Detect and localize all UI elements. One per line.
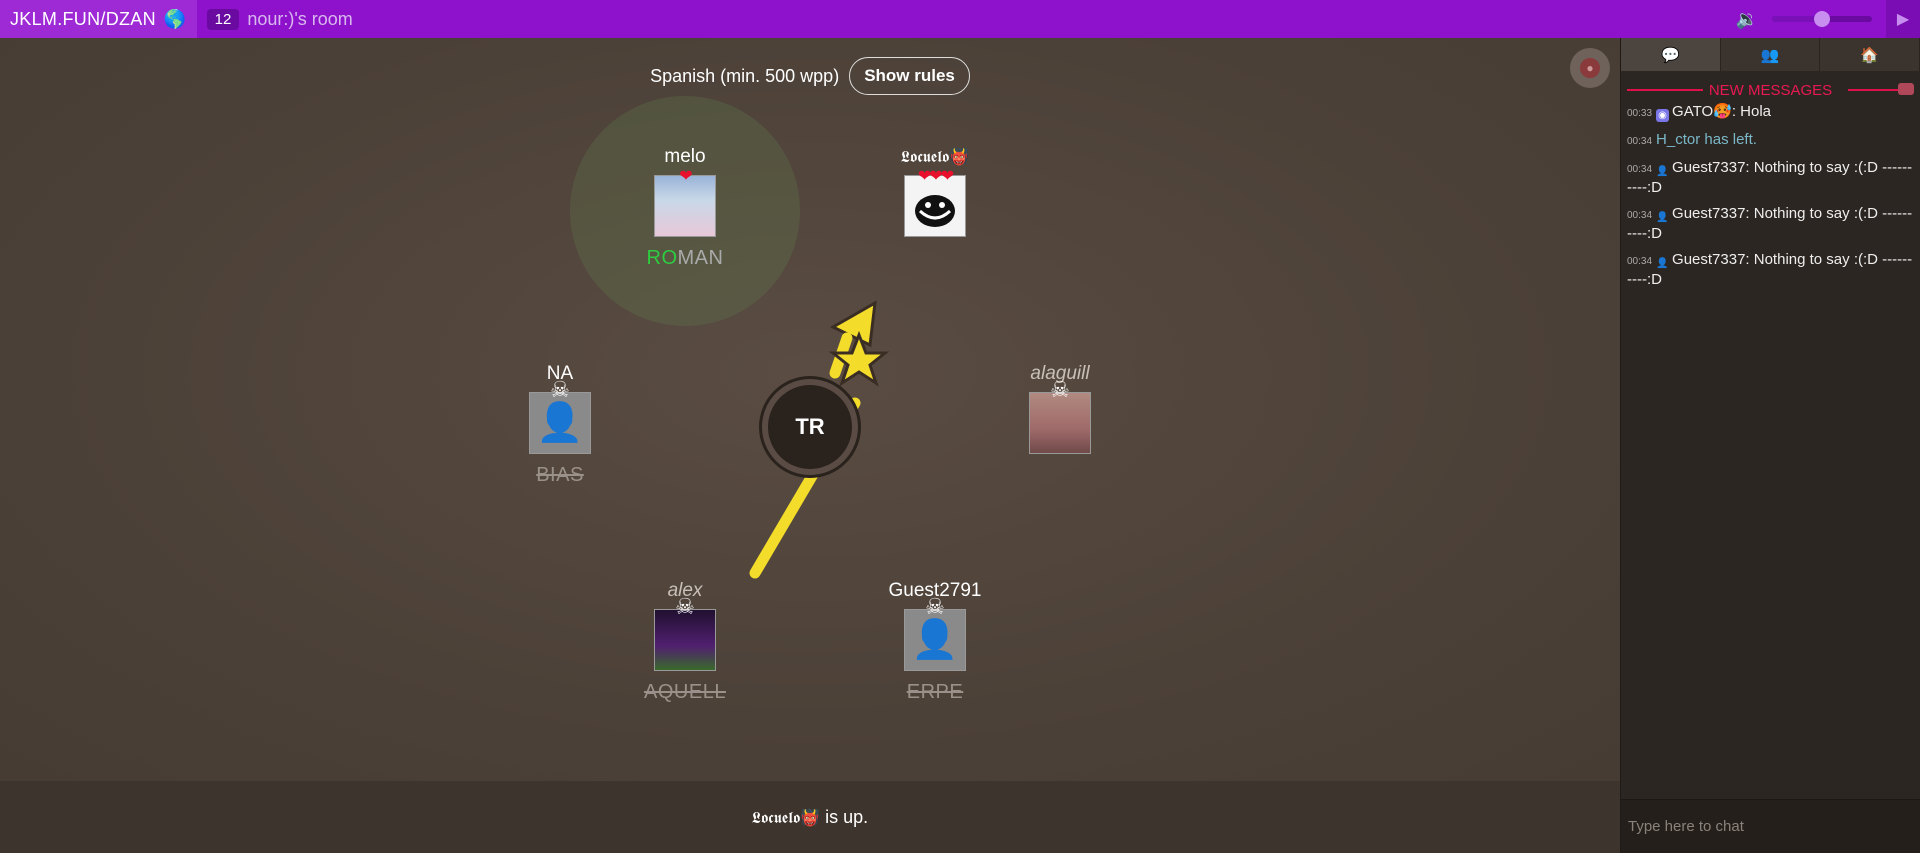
unread-tag-icon[interactable] (1898, 83, 1914, 95)
new-messages-label: NEW MESSAGES (1702, 81, 1839, 99)
home-icon: 🏠 (1860, 46, 1880, 64)
tab-room[interactable]: 🏠 (1820, 38, 1920, 71)
message-text: : Nothing to say :(:D ----------:D (1627, 251, 1913, 288)
players-icon: 👥 (1760, 46, 1780, 64)
message-text: : Hola (1731, 103, 1772, 120)
message-time: 00:34 (1627, 164, 1653, 175)
message-time: 00:33 (1627, 108, 1653, 119)
message-author[interactable]: Guest7337 (1672, 159, 1745, 176)
chat-icon: 💬 (1660, 46, 1680, 64)
volume-slider[interactable] (1772, 11, 1872, 27)
message-author[interactable]: GATO🥵 (1672, 103, 1732, 120)
player-alaguill: alaguill ☠ (960, 362, 1160, 454)
player-avatar: ❤❤❤ (904, 168, 966, 237)
site-brand-link[interactable]: JKLM.FUN/DZAN 🌎 (0, 0, 197, 38)
chat-message: 00:34 👤 Guest7337: Nothing to say :(:D ---… (1627, 205, 1914, 243)
divider-line-left (1627, 89, 1703, 91)
chat-message: 00:34 👤 Guest7337: Nothing to say :(:D ---… (1627, 251, 1914, 289)
arrow-head (829, 300, 877, 348)
settings-icon: ● (1580, 58, 1600, 78)
bomb-syllable: TR (795, 414, 825, 439)
turn-status-bar: 𝕷𝖔𝖈𝖚𝖊𝖑𝖔👹 is up. (0, 781, 1620, 853)
lives-hearts: ❤ (679, 168, 692, 185)
tab-chat[interactable]: 💬 (1621, 38, 1721, 71)
message-time: 00:34 (1627, 256, 1653, 267)
message-author[interactable]: Guest7337 (1672, 251, 1745, 268)
room-settings-button[interactable]: ● (1570, 48, 1610, 88)
player-avatar: ☠ (1029, 377, 1091, 454)
sidebar-tabs: 💬 👥 🏠 (1621, 38, 1920, 71)
discord-icon: ◉ (1656, 109, 1670, 122)
skull-icon: ☠ (1050, 377, 1070, 402)
chat-message: 00:34 H_ctor has left. (1627, 131, 1914, 151)
room-info: 12 nour:)'s room (206, 8, 353, 30)
bomb: TR (762, 379, 858, 475)
turn-suffix: is up. (820, 806, 869, 827)
message-author[interactable]: Guest7337 (1672, 205, 1745, 222)
chat-message: 00:34 👤 Guest7337: Nothing to say :(:D ---… (1627, 159, 1914, 197)
player-avatar: ☠ 👤 (904, 594, 966, 671)
skull-icon: ☠ (550, 377, 570, 402)
word-rest: MAN (677, 247, 724, 269)
guest-user-icon: 👤 (1656, 212, 1669, 223)
show-rules-button[interactable]: Show rules (849, 57, 970, 95)
skull-icon: ☠ (675, 594, 695, 619)
volume-slider-knob[interactable] (1814, 11, 1830, 27)
player-na: NA ☠ 👤 BIAS (460, 362, 660, 487)
player-count-badge: 12 (206, 8, 240, 30)
player-avatar: ❤ (654, 168, 716, 237)
guest-user-icon: 👤 (1656, 258, 1669, 269)
player-avatar: ☠ 👤 (529, 377, 591, 454)
player-melo: melo ❤ ROMAN (585, 145, 785, 270)
chat-input[interactable]: Type here to chat (1621, 799, 1920, 853)
chat-sidebar: 💬 👥 🏠 NEW MESSAGES 00:33 ◉ GATO🥵: Hola 00:… (1620, 38, 1920, 853)
lives-hearts: ❤❤❤ (917, 168, 954, 185)
player-word: ROMAN (585, 247, 785, 270)
message-text: : Nothing to say :(:D ----------:D (1627, 205, 1913, 242)
chat-message: 00:33 ◉ GATO🥵: Hola (1627, 103, 1914, 123)
globe-icon: 🌎 (163, 8, 187, 29)
player-avatar: ☠ (654, 594, 716, 671)
new-messages-divider: NEW MESSAGES (1621, 77, 1920, 103)
tab-players[interactable]: 👥 (1721, 38, 1821, 71)
player-word: ERPE (906, 681, 964, 703)
chat-messages: 00:33 ◉ GATO🥵: Hola 00:34 H_ctor has left. … (1621, 103, 1920, 289)
game-area: Spanish (min. 500 wpp) Show rules ● melo… (0, 38, 1620, 781)
message-text: : Nothing to say :(:D ----------:D (1627, 159, 1913, 196)
system-message-text: H_ctor has left. (1656, 131, 1757, 148)
play-button[interactable]: ▶ (1886, 0, 1920, 38)
player-locuelo: 𝕷𝖔𝖈𝖚𝖊𝖑𝖔👹 ❤❤❤ (835, 145, 1035, 237)
rules-summary: Spanish (min. 500 wpp) (650, 65, 840, 86)
guest-user-icon: 👤 (1656, 166, 1669, 177)
top-bar: JKLM.FUN/DZAN 🌎 12 nour:)'s room 🔉 ▶ (0, 0, 1920, 38)
brand-label: JKLM.FUN/DZAN (10, 8, 156, 29)
word-matched: RO (646, 247, 678, 269)
skull-icon: ☠ (925, 594, 945, 619)
message-time: 00:34 (1627, 136, 1653, 147)
turn-status: 𝕷𝖔𝖈𝖚𝖊𝖑𝖔👹 is up. (752, 807, 868, 828)
message-time: 00:34 (1627, 210, 1653, 221)
player-word: AQUELL (644, 681, 726, 703)
turn-player-name: 𝕷𝖔𝖈𝖚𝖊𝖑𝖔👹 (751, 807, 821, 827)
room-name: nour:)'s room (247, 8, 353, 29)
player-word: BIAS (536, 464, 584, 486)
volume-icon[interactable]: 🔉 (1736, 8, 1758, 30)
